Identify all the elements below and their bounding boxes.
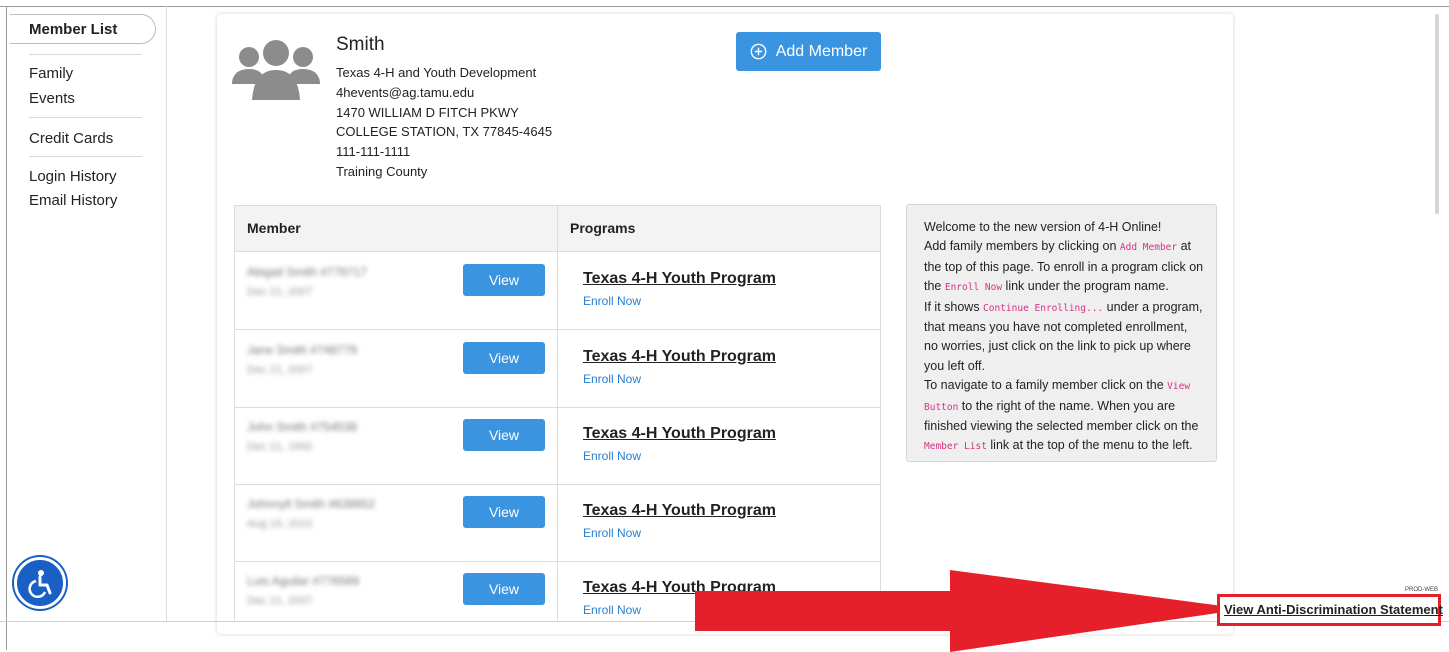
table-row: Johnnyll Smith #638652 Aug 15, 2010 View… [235,484,880,562]
family-name: Smith [336,34,385,55]
help-text: to the right of the name. When you are f… [924,398,1199,434]
enroll-now-link[interactable]: Enroll Now [583,294,641,308]
view-member-button[interactable]: View [463,419,545,451]
family-email: 4hevents@ag.tamu.edu [336,85,475,100]
environment-label: PROD-WEB [1405,587,1438,593]
sidebar-item-member-list[interactable]: Member List [10,14,156,44]
sidebar-item-family[interactable]: Family [29,65,73,82]
member-name: Jane Smith #748779 [247,343,358,357]
add-member-label: Add Member [775,42,868,60]
red-arrow-annotation [695,570,1245,652]
sidebar-item-email-history[interactable]: Email History [29,192,117,209]
sidebar-separator [29,156,142,157]
help-text: Welcome to the new version of 4-H Online… [924,220,1162,234]
sidebar-item-credit-cards[interactable]: Credit Cards [29,130,113,147]
member-name: Abigail Smith #776717 [247,265,368,279]
enroll-now-link[interactable]: Enroll Now [583,603,641,617]
member-dob: Aug 15, 2010 [247,518,313,530]
family-address-line2: COLLEGE STATION, TX 77845-4645 [336,124,553,139]
help-code: Add Member [1119,242,1178,254]
column-header-programs: Programs [570,220,636,236]
help-text: If it shows [924,299,984,314]
help-code: Continue Enrolling... [983,302,1104,314]
enroll-now-link[interactable]: Enroll Now [583,526,641,540]
column-header-member: Member [247,220,301,236]
view-member-button[interactable]: View [463,573,545,605]
member-dob: Dec 21, 2007 [247,286,313,298]
program-link[interactable]: Texas 4-H Youth Program [583,270,776,288]
sidebar-separator [29,54,142,55]
page-scrollbar[interactable] [1435,14,1439,214]
family-address-line1: 1470 WILLIAM D FITCH PKWY [336,105,519,120]
table-row: Abigail Smith #776717 Dec 21, 2007 View … [235,252,880,330]
sidebar-item-events[interactable]: Events [29,90,75,107]
add-member-button[interactable]: Add Member [736,32,881,71]
family-county: Training County [336,164,428,179]
view-member-button[interactable]: View [463,342,545,374]
window-left-border [6,6,7,650]
enroll-now-link[interactable]: Enroll Now [583,449,641,463]
help-text: link at the top of the menu to the left. [986,438,1193,453]
table-row: John Smith #754538 Dec 21, 1992 View Tex… [235,407,880,485]
window-top-border [0,6,1449,7]
plus-circle-icon [750,43,767,60]
help-text: To navigate to a family member click on … [924,378,1168,393]
sidebar-item-login-history[interactable]: Login History [29,168,117,185]
enroll-now-link[interactable]: Enroll Now [583,372,641,386]
help-text: Add family members by clicking on [924,239,1120,254]
family-organization: Texas 4-H and Youth Development [336,65,537,80]
member-dob: Dec 21, 2007 [247,595,313,607]
view-member-button[interactable]: View [463,496,545,528]
member-dob: Dec 21, 2007 [247,364,313,376]
member-name: Johnnyll Smith #638652 [247,497,376,511]
program-link[interactable]: Texas 4-H Youth Program [583,425,776,443]
table-row: Jane Smith #748779 Dec 21, 2007 View Tex… [235,330,880,408]
help-info-box: Welcome to the new version of 4-H Online… [906,204,1217,462]
help-code: Member List [924,441,987,453]
members-table: Member Programs Abigail Smith #776717 De… [234,205,881,622]
accessibility-button[interactable] [14,557,66,609]
program-link[interactable]: Texas 4-H Youth Program [583,502,776,520]
sidebar-divider [166,6,167,622]
member-name: Luis Aguilar #776589 [247,574,360,588]
view-member-button[interactable]: View [463,264,545,296]
member-dob: Dec 21, 1992 [247,441,313,453]
anti-discrimination-link[interactable]: View Anti-Discrimination Statement [1224,602,1443,617]
help-text: link under the program name. [1002,279,1169,294]
program-link[interactable]: Texas 4-H Youth Program [583,348,776,366]
member-name: John Smith #754538 [247,420,358,434]
sidebar-separator [29,117,142,118]
accessibility-icon [28,570,52,598]
family-phone: 111-111-1111 [336,144,411,159]
help-code: Enroll Now [944,282,1003,294]
family-avatar-icon [232,40,320,100]
